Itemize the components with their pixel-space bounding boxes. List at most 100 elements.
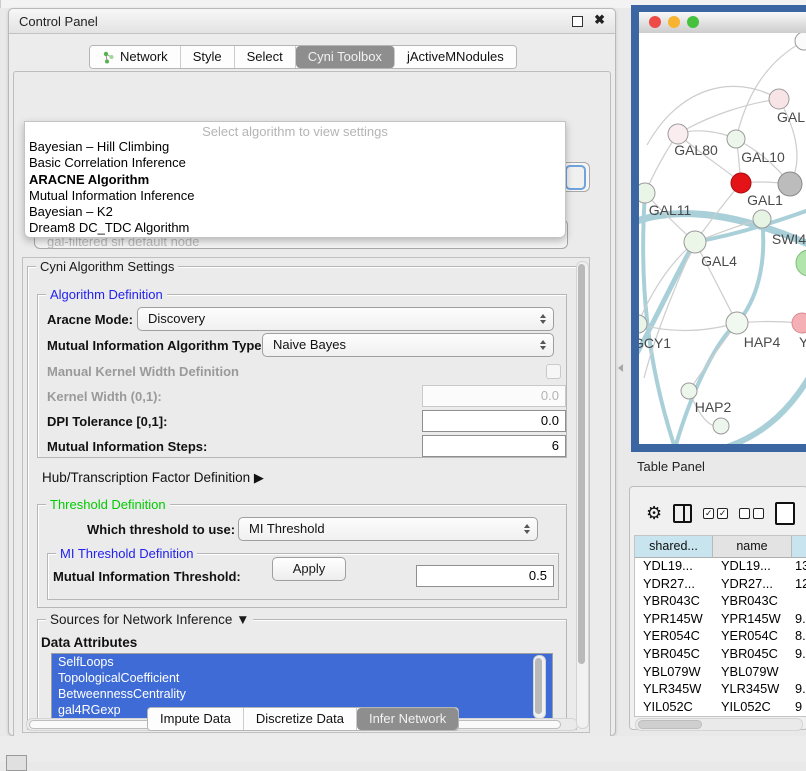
network-node-gal80[interactable] bbox=[668, 124, 688, 144]
network-edge[interactable] bbox=[643, 193, 675, 444]
table-cell: YBR045C bbox=[721, 646, 778, 661]
network-node-swi4[interactable] bbox=[753, 210, 771, 228]
table-row[interactable]: YIL052CYIL052C9 bbox=[635, 699, 806, 717]
table-cell: 9. bbox=[795, 646, 806, 661]
network-canvas[interactable]: GALGAL80GAL10GAL1GAL11SWI4GAL4GCY1HAP4YH… bbox=[639, 33, 806, 444]
tab-infer-network[interactable]: Infer Network bbox=[357, 708, 458, 730]
dpi-tolerance-field[interactable]: 0.0 bbox=[422, 410, 566, 432]
which-threshold-combo[interactable]: MI Threshold bbox=[238, 517, 538, 541]
network-node-gal1[interactable] bbox=[731, 173, 751, 193]
data-attribute-item[interactable]: BetweennessCentrality bbox=[52, 686, 552, 702]
node-table[interactable]: shared...nameYDL19...YDL19...13YDR27...Y… bbox=[634, 535, 806, 717]
cyni-algorithm-settings-group: Cyni Algorithm Settings Algorithm Defini… bbox=[27, 266, 577, 730]
mini-window-icon[interactable] bbox=[6, 755, 27, 771]
zoom-traffic-light[interactable] bbox=[687, 16, 699, 28]
table-cell: YPR145W bbox=[721, 611, 781, 626]
mi-threshold-label: Mutual Information Threshold: bbox=[53, 569, 241, 584]
aracne-mode-combo[interactable]: Discovery bbox=[137, 307, 554, 331]
network-node[interactable] bbox=[713, 418, 729, 434]
table-row[interactable]: YPR145WYPR145W9. bbox=[635, 611, 806, 629]
data-attribute-item[interactable]: TopologicalCoefficient bbox=[52, 670, 552, 686]
tab-discretize-data[interactable]: Discretize Data bbox=[244, 708, 357, 730]
tab-select[interactable]: Select bbox=[235, 46, 296, 68]
table-cell: YER054C bbox=[643, 628, 700, 643]
mi-threshold-field[interactable]: 0.5 bbox=[416, 565, 554, 587]
mi-algorithm-type-combo[interactable]: Naive Bayes bbox=[262, 333, 554, 357]
column-header-name[interactable]: name bbox=[713, 536, 792, 558]
gear-icon[interactable]: ⚙ bbox=[646, 503, 662, 524]
network-edge[interactable] bbox=[678, 99, 779, 134]
node-label: GAL bbox=[777, 109, 805, 125]
tab-network[interactable]: Network bbox=[90, 46, 181, 68]
algorithm-option[interactable]: ARACNE Algorithm bbox=[29, 172, 561, 188]
tab-cyni-toolbox[interactable]: Cyni Toolbox bbox=[296, 46, 395, 68]
settings-vertical-scrollbar[interactable] bbox=[576, 261, 589, 729]
unchecked-pair-icon[interactable] bbox=[739, 508, 764, 519]
table-row[interactable]: YER054CYER054C8. bbox=[635, 628, 806, 646]
network-node[interactable] bbox=[796, 250, 806, 276]
table-cell: 13 bbox=[795, 558, 806, 573]
data-attribute-item[interactable]: SelfLoops bbox=[52, 654, 552, 670]
algorithm-option[interactable]: Bayesian – K2 bbox=[29, 204, 561, 220]
float-window-icon[interactable] bbox=[572, 16, 583, 27]
close-traffic-light[interactable] bbox=[649, 16, 661, 28]
network-window-titlebar[interactable] bbox=[639, 12, 806, 34]
column-header-cut[interactable] bbox=[792, 536, 806, 558]
mi-steps-field[interactable]: 6 bbox=[422, 435, 566, 457]
network-edge[interactable] bbox=[724, 363, 806, 444]
close-icon[interactable]: ✖ bbox=[594, 12, 605, 28]
table-cell: 12 bbox=[795, 576, 806, 591]
minimize-traffic-light[interactable] bbox=[668, 16, 680, 28]
network-node-hap4[interactable] bbox=[726, 312, 748, 334]
node-label: GCY1 bbox=[639, 335, 671, 351]
threshold-definition-group: Threshold Definition Which threshold to … bbox=[37, 504, 567, 608]
tab-impute-data[interactable]: Impute Data bbox=[148, 708, 244, 730]
splitter-arrow-icon[interactable] bbox=[618, 364, 623, 372]
hub-definition-toggle[interactable]: Hub/Transcription Factor Definition ▶ bbox=[42, 470, 264, 486]
network-graph[interactable]: GALGAL80GAL10GAL1GAL11SWI4GAL4GCY1HAP4YH… bbox=[639, 33, 806, 444]
table-horizontal-scrollbar[interactable] bbox=[635, 718, 803, 731]
algorithm-option[interactable]: Bayesian – Hill Climbing bbox=[29, 139, 561, 155]
down-triangle-icon: ▼ bbox=[236, 612, 249, 627]
column-header-shared...[interactable]: shared... bbox=[635, 536, 713, 558]
sources-title[interactable]: Sources for Network Inference ▼ bbox=[46, 612, 253, 627]
algorithm-option[interactable]: Dream8 DC_TDC Algorithm bbox=[29, 220, 561, 236]
algorithm-dropdown-list: Bayesian – Hill ClimbingBasic Correlatio… bbox=[29, 139, 561, 237]
column-split-icon[interactable] bbox=[673, 504, 692, 523]
algorithm-option[interactable]: Basic Correlation Inference bbox=[29, 155, 561, 171]
algorithm-option[interactable]: Mutual Information Inference bbox=[29, 188, 561, 204]
manual-kernel-width-checkbox[interactable] bbox=[546, 364, 561, 379]
spinner-icon bbox=[524, 524, 530, 534]
mi-algorithm-type-label: Mutual Information Algorithm Type: bbox=[47, 338, 266, 353]
table-row[interactable]: YLR345WYLR345W9. bbox=[635, 681, 806, 699]
table-row[interactable]: YDL19...YDL19...13 bbox=[635, 558, 806, 576]
table-cell: YDL19... bbox=[643, 558, 693, 573]
apply-button[interactable]: Apply bbox=[272, 557, 346, 581]
network-node-hap2[interactable] bbox=[681, 383, 697, 399]
tab-jactivemnodules[interactable]: jActiveMNodules bbox=[395, 46, 516, 68]
cyni-toolbox-panel: gal-filtered sif default node Select alg… bbox=[13, 71, 611, 741]
settings-scrollpane: Cyni Algorithm Settings Algorithm Defini… bbox=[22, 257, 590, 733]
network-node[interactable] bbox=[778, 172, 802, 196]
network-edge[interactable] bbox=[689, 323, 737, 391]
table-cell: YBR043C bbox=[643, 593, 700, 608]
network-node-y[interactable] bbox=[792, 313, 806, 333]
page-icon[interactable] bbox=[775, 502, 795, 525]
table-row[interactable]: YBR045CYBR045C9. bbox=[635, 646, 806, 664]
tab-style[interactable]: Style bbox=[181, 46, 235, 68]
network-node-gal4[interactable] bbox=[684, 231, 706, 253]
control-panel-window: Control Panel ✖ NetworkStyleSelectCyni T… bbox=[8, 8, 616, 736]
table-cell: YDR27... bbox=[643, 576, 695, 591]
table-row[interactable]: YBL079WYBL079W bbox=[635, 664, 806, 682]
combo-focus-ring bbox=[565, 165, 586, 190]
attributes-scrollbar[interactable] bbox=[533, 655, 546, 719]
network-node[interactable] bbox=[795, 33, 806, 50]
table-row[interactable]: YDR27...YDR27...12 bbox=[635, 576, 806, 594]
checked-pair-icon[interactable]: ✓✓ bbox=[703, 508, 728, 519]
network-node-gal[interactable] bbox=[769, 89, 789, 109]
network-node-gal10[interactable] bbox=[727, 130, 745, 148]
mi-steps-label: Mutual Information Steps: bbox=[47, 439, 207, 454]
table-row[interactable]: YBR043CYBR043C bbox=[635, 593, 806, 611]
network-edge[interactable] bbox=[647, 86, 779, 145]
network-node-gal11[interactable] bbox=[639, 183, 655, 203]
